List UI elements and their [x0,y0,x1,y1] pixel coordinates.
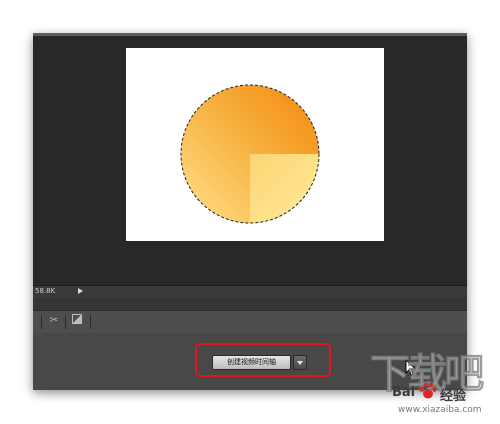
watermark: 下载吧 Bai 经验 www.xiazaiba.com [360,352,500,424]
transition-icon[interactable] [70,314,84,328]
dropdown-arrow-icon [297,361,303,365]
watermark-bai-text: Bai [392,385,416,400]
status-arrow-icon[interactable] [78,288,83,294]
doc-size-readout: 58.8K [35,287,56,295]
watermark-jingyan-text: 经验 [440,389,467,404]
toolbar-separator [65,315,66,329]
document-canvas[interactable] [126,48,384,241]
circle-artwork [180,84,320,224]
baidu-paw-icon [420,382,437,399]
timeline-toolbar: ✂ [33,310,467,334]
create-video-timeline-button[interactable]: 创建视频时间轴 [212,355,291,370]
watermark-url: www.xiazaiba.com [398,405,482,415]
photoshop-window: 58.8K ✂ 创建视频时间轴 [33,33,467,390]
canvas-area[interactable] [33,36,467,285]
toolbar-separator [90,315,91,329]
light-quadrant [250,154,319,223]
timeline-type-dropdown[interactable] [293,355,307,370]
panel-divider[interactable] [33,298,467,310]
status-bar: 58.8K [33,285,467,298]
toolbar-separator [41,315,42,329]
scissors-icon[interactable]: ✂ [47,314,61,328]
